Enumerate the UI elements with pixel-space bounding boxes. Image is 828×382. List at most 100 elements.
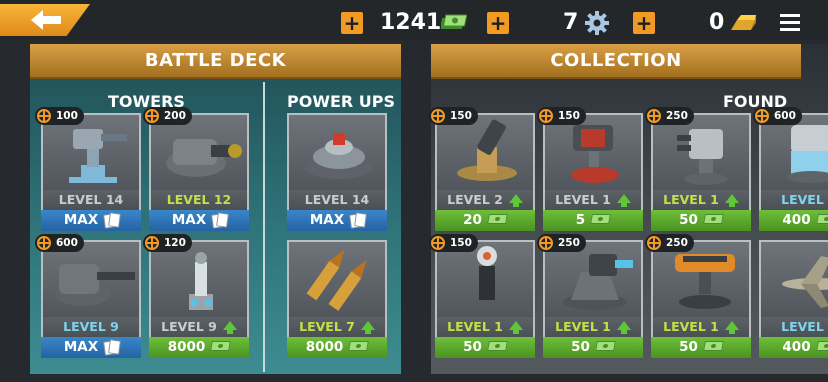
upgrade-price-button[interactable]: 50 (651, 337, 751, 358)
level-label: LEVEL 1 (543, 190, 643, 210)
crosshair-icon (37, 236, 51, 250)
deploy-cost-badge: 150 (429, 234, 478, 252)
collection-card-7[interactable]: LEVEL 1 50 250 (645, 234, 751, 360)
plane-tower-image[interactable] (759, 240, 828, 317)
cash-icon (590, 214, 612, 224)
deck-card-4[interactable]: LEVEL 9 MAX 600 (35, 234, 141, 360)
upgrade-price-button[interactable]: 400 (759, 210, 828, 231)
level-label: LEVEL 1 (543, 317, 643, 337)
cash-icon (815, 341, 828, 351)
deploy-cost-value: 150 (450, 110, 472, 122)
cash-icon (487, 214, 508, 224)
crosshair-icon (539, 236, 553, 250)
crosshair-icon (145, 236, 159, 250)
button-label: 50 (679, 339, 698, 355)
crosshair-icon (431, 236, 445, 250)
deploy-cost-badge: 150 (429, 107, 478, 125)
upgrade-price-button[interactable]: 50 (435, 337, 535, 358)
upgrade-price-button[interactable]: 400 (759, 337, 828, 358)
deck-card-3[interactable]: LEVEL 14 MAX (287, 113, 387, 233)
level-label: LEVEL 1 (759, 190, 828, 210)
level-text: LEVEL 9 (63, 319, 119, 334)
level-text: LEVEL 14 (304, 192, 370, 207)
deploy-cost-badge: 250 (537, 234, 586, 252)
level-text: LEVEL 1 (663, 319, 719, 334)
level-label: LEVEL 1 (435, 317, 535, 337)
button-label: MAX (309, 212, 345, 228)
button-label: 400 (782, 212, 811, 228)
upgrade-arrow-icon (508, 194, 523, 207)
upgrade-arrow-icon (724, 321, 739, 334)
collection-card-1[interactable]: LEVEL 2 20 150 (429, 107, 535, 233)
crosshair-icon (539, 109, 553, 123)
deploy-cost-value: 150 (558, 110, 580, 122)
upgrade-price-button[interactable]: 8000 (287, 337, 387, 358)
deck-card-6[interactable]: LEVEL 7 8000 (287, 240, 387, 360)
level-label: LEVEL 9 (149, 317, 249, 337)
deploy-cost-badge: 250 (645, 234, 694, 252)
upgrade-price-button[interactable]: 8000 (149, 337, 249, 358)
cards-icon (350, 213, 364, 226)
deploy-cost-value: 150 (450, 237, 472, 249)
cards-layer: LEVEL 14 MAX 100 LEVEL 12 MAX 200 LEVEL 14 MAX L… (0, 0, 828, 382)
upgrade-arrow-icon (222, 321, 237, 334)
cash-icon (210, 341, 232, 351)
mine-tower-image[interactable] (287, 113, 387, 190)
cash-icon (487, 341, 508, 351)
upgrade-price-button[interactable]: 20 (435, 210, 535, 231)
bullets-tower-image[interactable] (287, 240, 387, 317)
upgrade-price-button[interactable]: 5 (543, 210, 643, 231)
deck-card-1[interactable]: LEVEL 14 MAX 100 (35, 107, 141, 233)
level-label: LEVEL 2 (435, 190, 535, 210)
upgrade-arrow-icon (724, 194, 739, 207)
deploy-cost-value: 120 (164, 237, 186, 249)
button-label: 50 (463, 339, 482, 355)
deploy-cost-value: 200 (164, 110, 186, 122)
level-text: LEVEL 1 (555, 319, 611, 334)
upgrade-arrow-icon (616, 194, 631, 207)
max-level-button[interactable]: MAX (41, 337, 141, 358)
collection-card-3[interactable]: LEVEL 1 50 250 (645, 107, 751, 233)
collection-card-2[interactable]: LEVEL 1 5 150 (537, 107, 643, 233)
level-label: LEVEL 7 (287, 317, 387, 337)
upgrade-arrow-icon (360, 321, 375, 334)
crosshair-icon (755, 109, 769, 123)
cash-icon (815, 214, 828, 224)
deck-card-2[interactable]: LEVEL 12 MAX 200 (143, 107, 249, 233)
crosshair-icon (37, 109, 51, 123)
max-level-button[interactable]: MAX (287, 210, 387, 231)
deploy-cost-value: 250 (558, 237, 580, 249)
collection-card-4[interactable]: LEVEL 1 400 600 (753, 107, 828, 233)
collection-card-8[interactable]: LEVEL 1 400 (759, 240, 828, 360)
button-label: 8000 (167, 339, 206, 355)
button-label: 50 (679, 212, 698, 228)
level-label: LEVEL 1 (651, 317, 751, 337)
button-label: 20 (463, 212, 482, 228)
deck-card-5[interactable]: LEVEL 9 8000 120 (143, 234, 249, 360)
max-level-button[interactable]: MAX (41, 210, 141, 231)
button-label: MAX (63, 212, 99, 228)
cash-icon (595, 341, 616, 351)
collection-card-6[interactable]: LEVEL 1 50 250 (537, 234, 643, 360)
level-label: LEVEL 14 (287, 190, 387, 210)
level-label: LEVEL 14 (41, 190, 141, 210)
crosshair-icon (647, 109, 661, 123)
upgrade-price-button[interactable]: 50 (651, 210, 751, 231)
level-text: LEVEL 1 (781, 319, 828, 334)
cash-icon (703, 341, 724, 351)
level-text: LEVEL 2 (447, 192, 503, 207)
cards-icon (104, 340, 118, 353)
upgrade-arrow-icon (616, 321, 631, 334)
level-text: LEVEL 1 (555, 192, 611, 207)
button-label: 8000 (305, 339, 344, 355)
deploy-cost-badge: 150 (537, 107, 586, 125)
upgrade-arrow-icon (508, 321, 523, 334)
crosshair-icon (145, 109, 159, 123)
deploy-cost-badge: 120 (143, 234, 192, 252)
deploy-cost-value: 600 (56, 237, 78, 249)
upgrade-price-button[interactable]: 50 (543, 337, 643, 358)
cash-icon (348, 341, 370, 351)
crosshair-icon (647, 236, 661, 250)
max-level-button[interactable]: MAX (149, 210, 249, 231)
collection-card-5[interactable]: LEVEL 1 50 150 (429, 234, 535, 360)
